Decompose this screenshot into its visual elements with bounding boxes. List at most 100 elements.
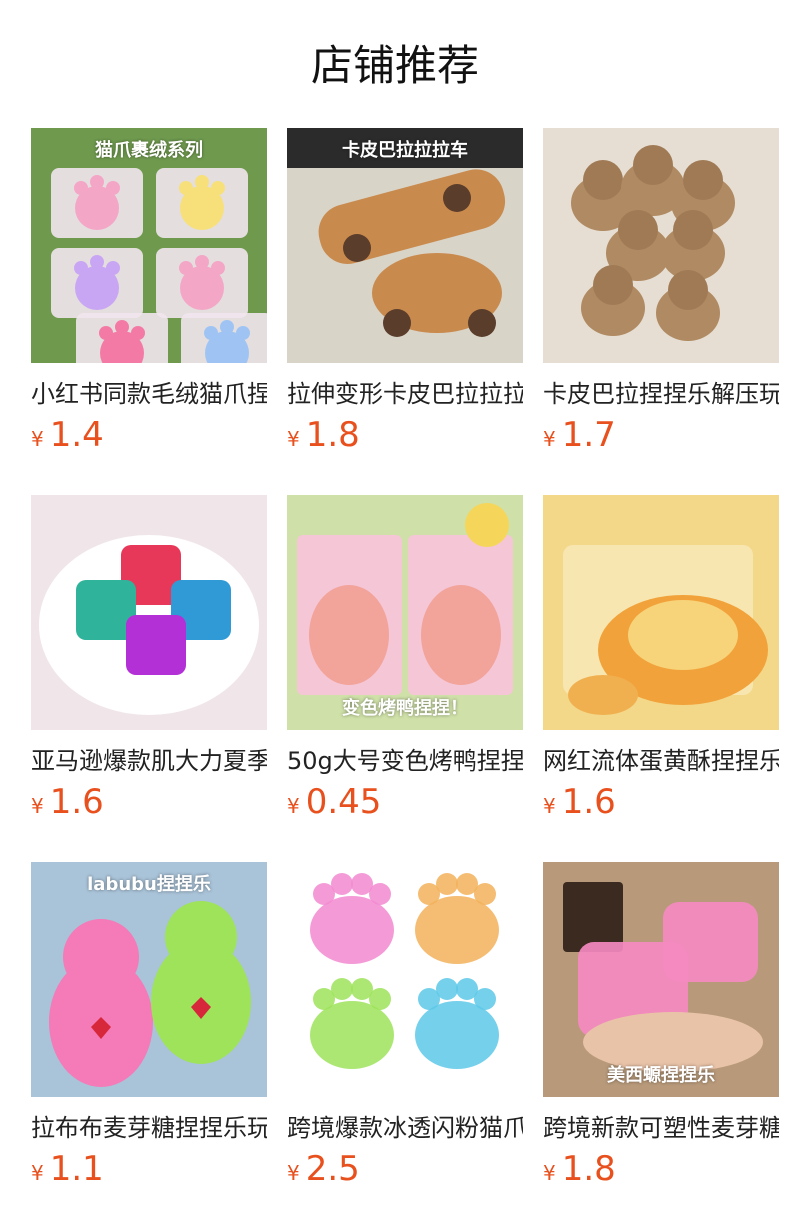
- illustration-shape: [331, 978, 353, 1000]
- product-title[interactable]: 亚马逊爆款肌大力夏季: [31, 746, 267, 776]
- product-image-caption: 猫爪裹绒系列: [95, 140, 203, 161]
- price-amount: 1.4: [49, 415, 104, 455]
- illustration-shape: [668, 270, 708, 310]
- price-amount: 1.1: [49, 1149, 104, 1189]
- product-price: ¥1.8: [287, 415, 523, 455]
- illustration-shape: [331, 873, 353, 895]
- currency-symbol: ¥: [543, 794, 556, 818]
- currency-symbol: ¥: [543, 427, 556, 451]
- product-image[interactable]: 卡皮巴拉拉拉车: [287, 128, 523, 363]
- product-card-7[interactable]: labubu捏捏乐 拉布布麦芽糖捏捏乐玩具 ¥1.1: [31, 862, 267, 1229]
- price-amount: 0.45: [305, 782, 382, 822]
- product-price: ¥1.6: [543, 782, 779, 822]
- currency-symbol: ¥: [31, 794, 44, 818]
- price-amount: 1.8: [305, 415, 360, 455]
- illustration-shape: [99, 326, 113, 340]
- product-photo-icon: [31, 495, 267, 730]
- product-photo-icon: [287, 128, 523, 363]
- currency-symbol: ¥: [287, 1161, 300, 1185]
- illustration-shape: [618, 210, 658, 250]
- currency-symbol: ¥: [287, 794, 300, 818]
- illustration-shape: [443, 184, 471, 212]
- illustration-shape: [204, 326, 218, 340]
- illustration-shape: [90, 255, 104, 269]
- illustration-shape: [415, 1001, 499, 1069]
- price-amount: 1.6: [49, 782, 104, 822]
- product-title[interactable]: 小红书同款毛绒猫爪捏捏乐: [31, 379, 267, 409]
- price-amount: 1.8: [561, 1149, 616, 1189]
- illustration-shape: [628, 600, 738, 670]
- illustration-shape: [106, 181, 120, 195]
- product-card-1[interactable]: 猫爪裹绒系列 小红书同款毛绒猫爪捏捏乐 ¥1.4: [31, 128, 267, 495]
- illustration-shape: [211, 181, 225, 195]
- illustration-shape: [179, 261, 193, 275]
- currency-symbol: ¥: [31, 1161, 44, 1185]
- product-photo-icon: [543, 495, 779, 730]
- product-price: ¥2.5: [287, 1149, 523, 1189]
- product-title[interactable]: 拉伸变形卡皮巴拉拉拉车: [287, 379, 523, 409]
- product-card-2[interactable]: 卡皮巴拉拉拉车 拉伸变形卡皮巴拉拉拉车 ¥1.8: [287, 128, 523, 495]
- illustration-shape: [383, 309, 411, 337]
- illustration-shape: [436, 978, 458, 1000]
- illustration-shape: [369, 883, 391, 905]
- product-title[interactable]: 跨境爆款冰透闪粉猫爪: [287, 1113, 523, 1143]
- product-image[interactable]: 猫爪裹绒系列: [31, 128, 267, 363]
- product-title[interactable]: 卡皮巴拉捏捏乐解压玩具: [543, 379, 779, 409]
- section-title: 店铺推荐: [310, 41, 479, 90]
- product-card-9[interactable]: 美西螈捏捏乐 跨境新款可塑性麦芽糖 ¥1.8: [543, 862, 779, 1229]
- product-title[interactable]: 跨境新款可塑性麦芽糖: [543, 1113, 779, 1143]
- product-grid: 猫爪裹绒系列 小红书同款毛绒猫爪捏捏乐 ¥1.4 卡皮巴拉拉拉车 拉伸变形卡皮巴…: [31, 128, 779, 1229]
- product-image[interactable]: [543, 128, 779, 363]
- illustration-shape: [220, 320, 234, 334]
- illustration-shape: [74, 261, 88, 275]
- product-image-caption: labubu捏捏乐: [87, 874, 211, 895]
- illustration-shape: [593, 265, 633, 305]
- product-card-5[interactable]: 变色烤鸭捏捏！ 50g大号变色烤鸭捏捏乐 ¥0.45: [287, 495, 523, 862]
- illustration-shape: [195, 255, 209, 269]
- illustration-shape: [474, 988, 496, 1010]
- product-image[interactable]: 变色烤鸭捏捏！: [287, 495, 523, 730]
- illustration-shape: [63, 919, 139, 995]
- illustration-shape: [465, 503, 509, 547]
- product-price: ¥0.45: [287, 782, 523, 822]
- illustration-shape: [683, 160, 723, 200]
- illustration-shape: [310, 896, 394, 964]
- product-image-caption: 美西螈捏捏乐: [607, 1065, 715, 1086]
- product-price: ¥1.8: [543, 1149, 779, 1189]
- illustration-shape: [415, 896, 499, 964]
- product-title[interactable]: 网红流体蛋黄酥捏捏乐: [543, 746, 779, 776]
- store-recommendation-page: 店铺推荐 猫爪裹绒系列 小红书同款毛绒猫爪捏捏乐 ¥1.4 卡皮巴拉拉拉车 拉伸…: [0, 0, 790, 1230]
- illustration-shape: [195, 175, 209, 189]
- illustration-shape: [74, 181, 88, 195]
- illustration-shape: [309, 585, 389, 685]
- product-image-caption: 变色烤鸭捏捏！: [342, 698, 468, 719]
- product-title[interactable]: 50g大号变色烤鸭捏捏乐: [287, 746, 523, 776]
- illustration-shape: [90, 175, 104, 189]
- illustration-shape: [436, 873, 458, 895]
- product-card-4[interactable]: 亚马逊爆款肌大力夏季 ¥1.6: [31, 495, 267, 862]
- illustration-shape: [131, 326, 145, 340]
- illustration-shape: [563, 882, 623, 952]
- price-amount: 2.5: [305, 1149, 360, 1189]
- product-image[interactable]: [543, 495, 779, 730]
- product-image[interactable]: [31, 495, 267, 730]
- product-title[interactable]: 拉布布麦芽糖捏捏乐玩具: [31, 1113, 267, 1143]
- illustration-shape: [179, 181, 193, 195]
- illustration-shape: [663, 902, 758, 982]
- product-card-8[interactable]: 跨境爆款冰透闪粉猫爪 ¥2.5: [287, 862, 523, 1229]
- price-amount: 1.6: [561, 782, 616, 822]
- illustration-shape: [106, 261, 120, 275]
- product-card-3[interactable]: 卡皮巴拉捏捏乐解压玩具 ¥1.7: [543, 128, 779, 495]
- illustration-shape: [673, 210, 713, 250]
- illustration-shape: [633, 145, 673, 185]
- price-amount: 1.7: [561, 415, 616, 455]
- product-card-6[interactable]: 网红流体蛋黄酥捏捏乐 ¥1.6: [543, 495, 779, 862]
- product-photo-icon: [287, 862, 523, 1097]
- product-image[interactable]: [287, 862, 523, 1097]
- currency-symbol: ¥: [31, 427, 44, 451]
- currency-symbol: ¥: [287, 427, 300, 451]
- product-image[interactable]: labubu捏捏乐: [31, 862, 267, 1097]
- illustration-shape: [468, 309, 496, 337]
- product-image[interactable]: 美西螈捏捏乐: [543, 862, 779, 1097]
- illustration-shape: [211, 261, 225, 275]
